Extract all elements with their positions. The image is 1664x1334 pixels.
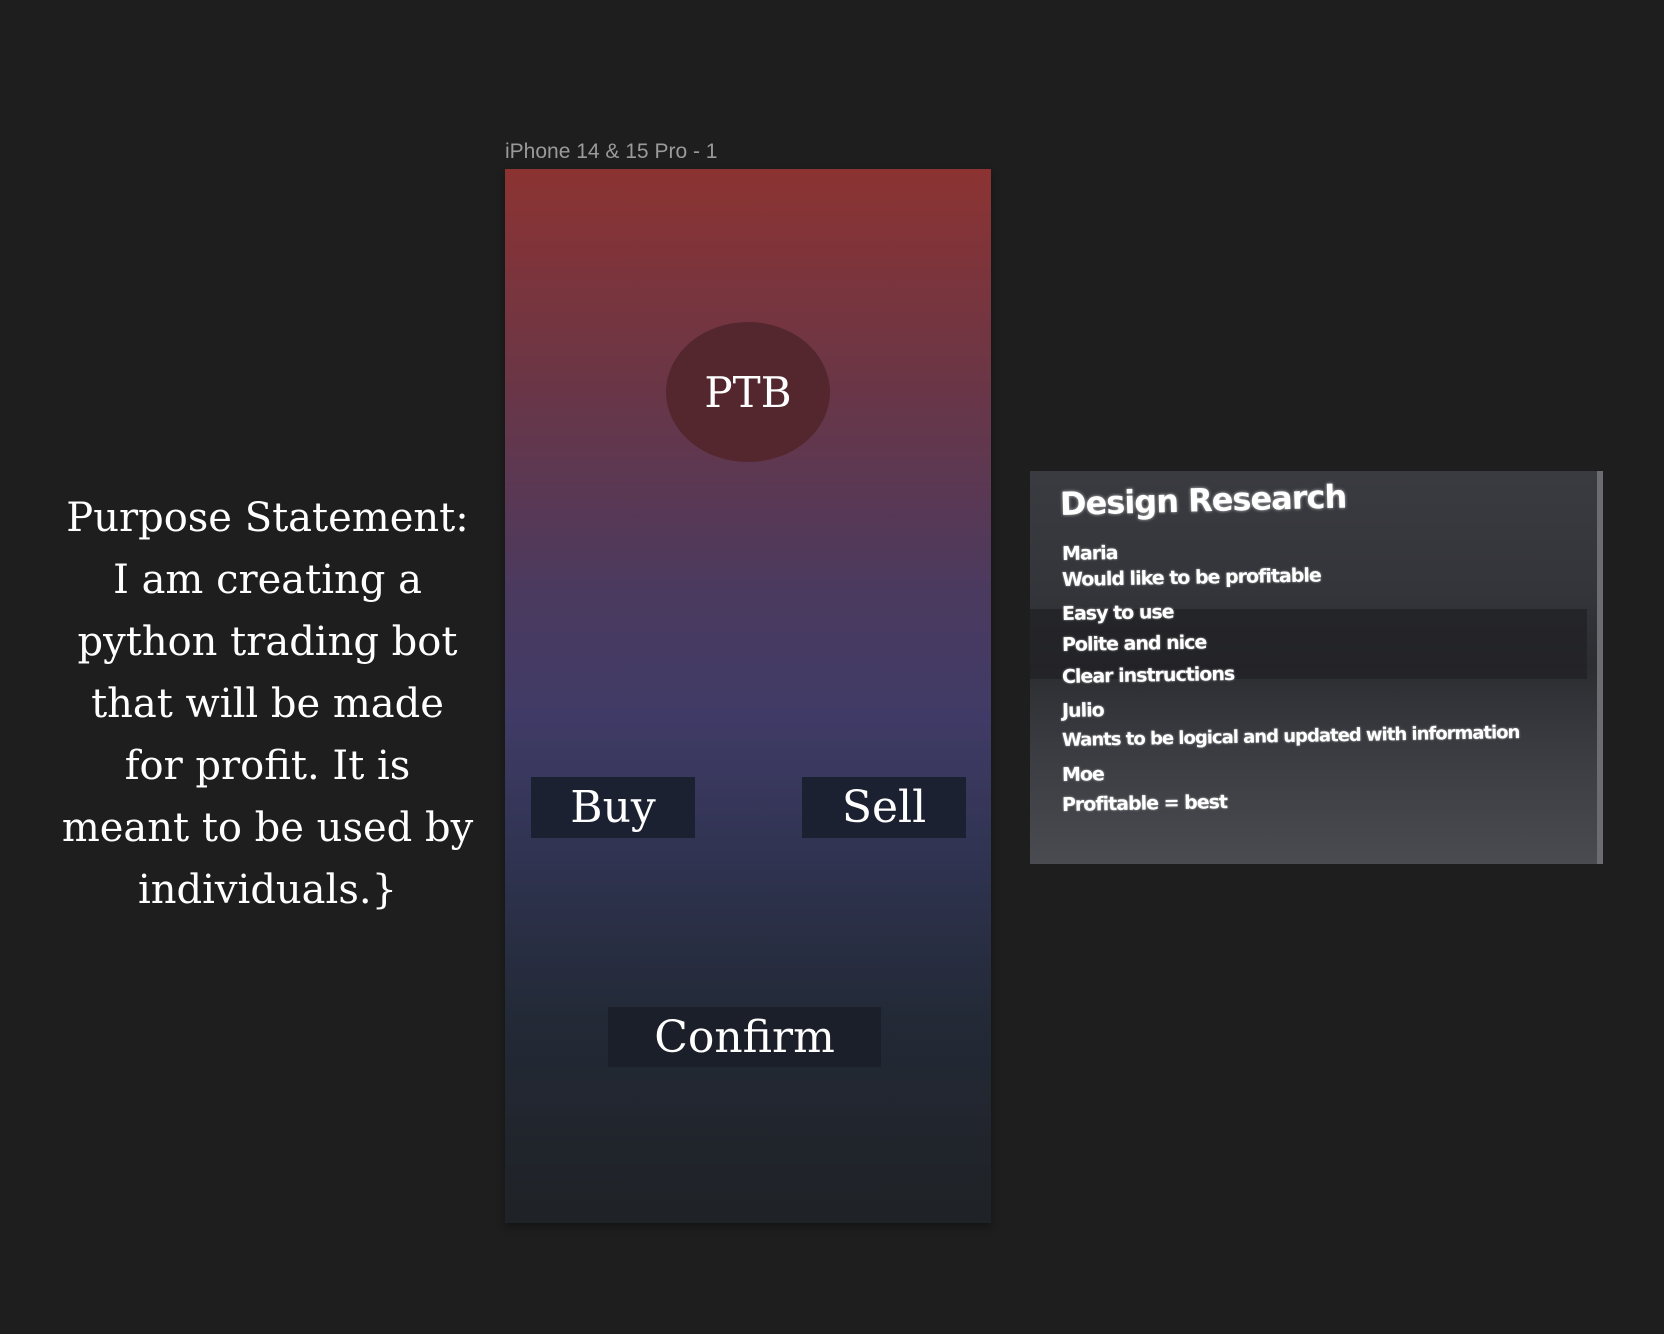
research-line: Julio bbox=[1061, 699, 1104, 722]
ptb-logo: PTB bbox=[666, 322, 830, 462]
purpose-statement: Purpose Statement: I am creating a pytho… bbox=[61, 495, 474, 913]
design-research-image: Design Research Maria Would like to be p… bbox=[1030, 471, 1603, 864]
research-line: Wants to be logical and updated with inf… bbox=[1061, 722, 1520, 751]
research-line: Moe bbox=[1061, 763, 1105, 786]
phone-frame: PTB Buy Sell Confirm bbox=[505, 169, 991, 1223]
research-line: Polite and nice bbox=[1061, 631, 1207, 656]
logo-text: PTB bbox=[704, 367, 792, 417]
research-line: Clear instructions bbox=[1061, 662, 1235, 688]
research-line: Profitable = best bbox=[1061, 791, 1228, 816]
frame-label[interactable]: iPhone 14 & 15 Pro - 1 bbox=[505, 140, 717, 164]
buy-button[interactable]: Buy bbox=[531, 777, 695, 838]
confirm-button[interactable]: Confirm bbox=[608, 1007, 881, 1067]
sell-button[interactable]: Sell bbox=[802, 777, 966, 838]
research-line: Easy to use bbox=[1061, 601, 1174, 625]
research-line: Would like to be profitable bbox=[1061, 564, 1321, 591]
design-research-title: Design Research bbox=[1059, 477, 1347, 523]
research-line: Maria bbox=[1061, 542, 1118, 565]
